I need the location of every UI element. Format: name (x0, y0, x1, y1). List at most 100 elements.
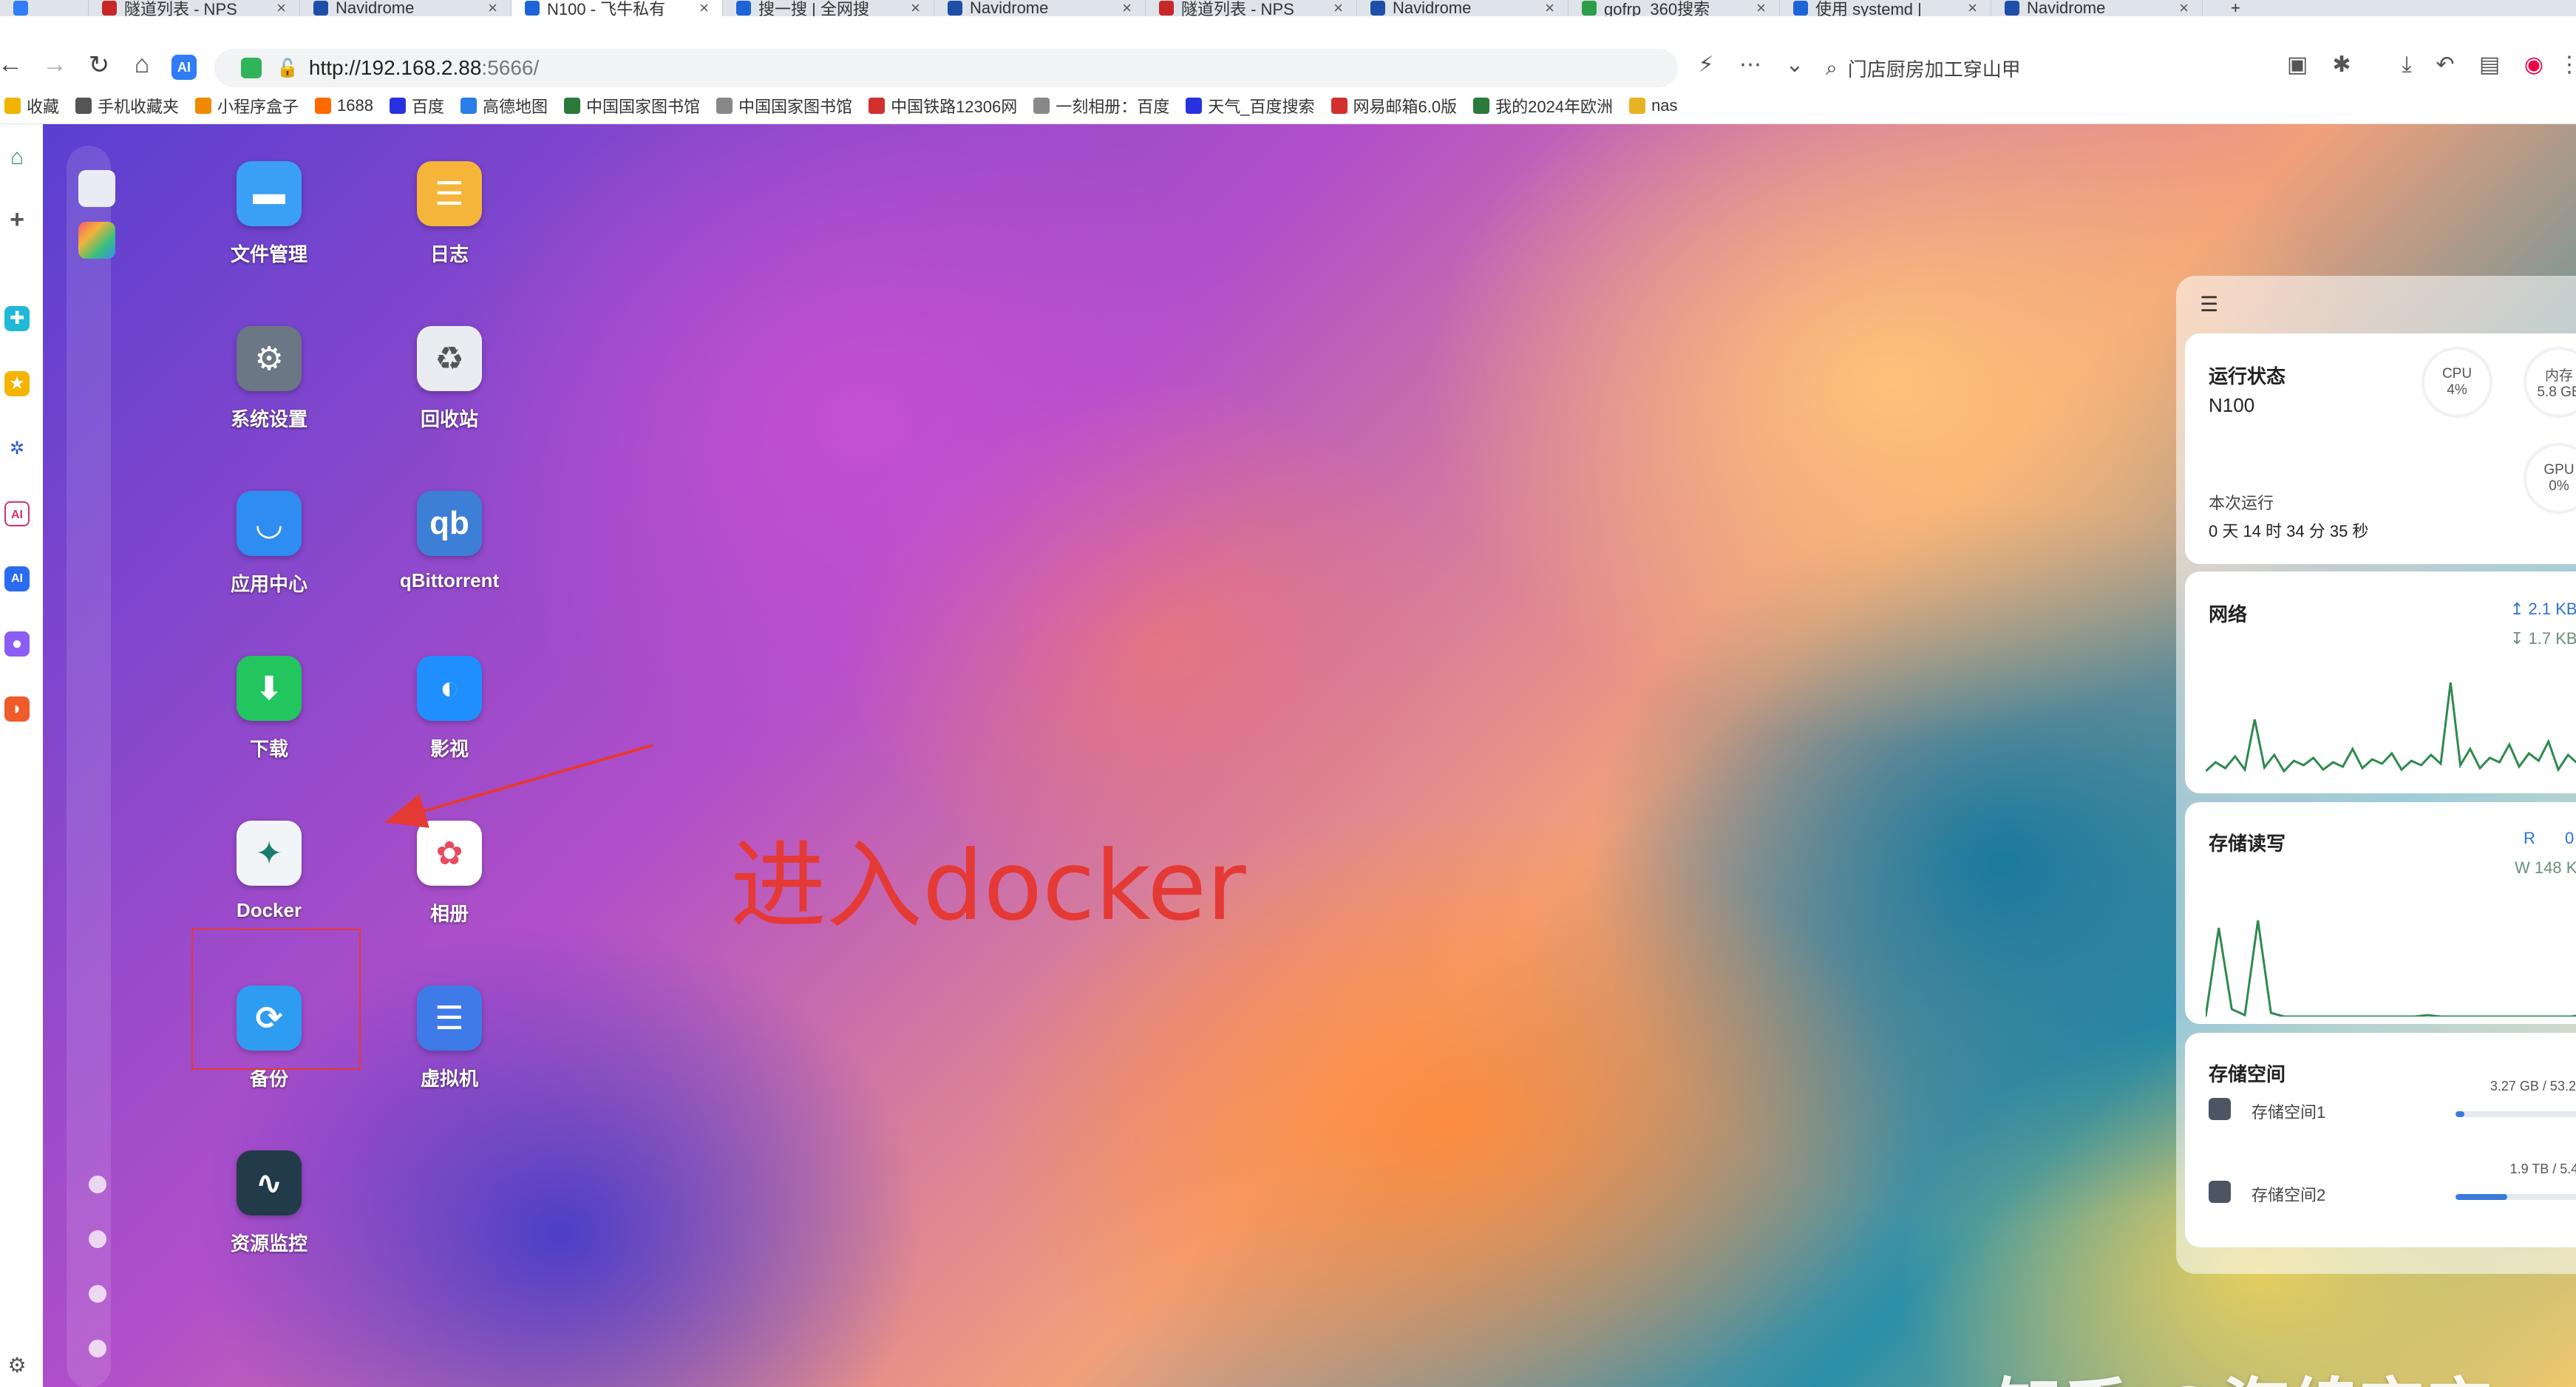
shield-icon (241, 58, 262, 78)
back-button[interactable]: ← (0, 50, 27, 79)
widget-settings-icon[interactable]: ☰ (2200, 292, 2218, 316)
close-tab-icon[interactable]: × (699, 0, 709, 16)
bookmark-item[interactable]: 一刻相册：百度 (1033, 94, 1169, 118)
bookmark-label: 我的2024年欧洲 (1495, 97, 1614, 116)
browser-tab[interactable]: 隧道列表 - NPS × (1146, 0, 1357, 16)
network-app-icon[interactable]: ✲ (4, 436, 30, 461)
downloads-icon[interactable]: ⤓ (2393, 52, 2420, 78)
write-value: 148 KB/s (2534, 858, 2576, 877)
reload-button[interactable]: ↻ (83, 50, 115, 80)
close-tab-icon[interactable]: × (276, 0, 286, 16)
settings-gear-icon[interactable]: ⚙ (4, 1353, 30, 1378)
chat-icon[interactable]: ● (4, 631, 30, 657)
new-tab-button[interactable]: + (2218, 0, 2254, 16)
annotation-text: 进入docker (730, 830, 1246, 942)
bookmark-icon (1033, 97, 1050, 114)
bookmark-label: nas (1651, 95, 1678, 115)
bookmark-icon (1629, 97, 1646, 114)
chevron-down-icon[interactable]: ⌄ (1781, 52, 1808, 78)
memory-gauge: 内存 5.8 GB (2524, 347, 2576, 418)
forward-button[interactable]: → (38, 50, 71, 79)
tab-favicon-icon (313, 1, 328, 16)
bookmark-item[interactable]: 小程序盒子 (195, 94, 299, 118)
storage-io-title: 存储读写 (2209, 832, 2286, 855)
home-icon[interactable]: ⌂ (4, 145, 30, 170)
network-card: 网络 ↥ 2.1 KB/s ↧ 1.7 KB/s (2185, 572, 2576, 793)
tab-title: Navidrome (2027, 0, 2106, 16)
browser-logo-icon[interactable]: ◉ (2521, 52, 2547, 78)
browser-sidebar: ⌂ + ✚ ★ ✲ AI AI ● ◗ ⚙ (0, 124, 44, 1387)
close-tab-icon[interactable]: × (1122, 0, 1132, 16)
bookmark-item[interactable]: nas (1629, 95, 1678, 115)
tab-favicon-icon (1582, 1, 1597, 16)
bookmark-item[interactable]: 中国国家图书馆 (716, 94, 852, 118)
browser-tab[interactable]: Navidrome × (1991, 0, 2203, 16)
extensions-icon[interactable]: ✱ (2328, 52, 2355, 78)
bookmark-item[interactable]: 手机收藏夹 (75, 94, 179, 118)
star-icon[interactable]: ★ (4, 371, 30, 396)
write-label: W (2515, 858, 2530, 877)
add-icon[interactable]: + (4, 207, 30, 232)
home-button[interactable]: ⌂ (126, 50, 158, 79)
search-box[interactable]: ⌕ 门店厨房加工穿山甲 (1826, 49, 2240, 87)
gpu-value: 0% (2549, 478, 2569, 494)
bookmark-item[interactable]: 网易邮箱6.0版 (1331, 94, 1457, 118)
bookmark-item[interactable]: 高德地图 (461, 94, 548, 118)
memory-label: 内存 (2544, 367, 2573, 384)
bookmark-item[interactable]: 我的2024年欧洲 (1473, 94, 1613, 118)
ai-assistant-icon[interactable]: AI (171, 55, 197, 80)
bookmark-item[interactable]: 中国铁路12306网 (869, 94, 1017, 118)
ai-app-icon[interactable]: AI (4, 501, 30, 526)
bookmark-item[interactable]: 中国国家图书馆 (564, 94, 700, 118)
wallet-icon[interactable]: ▤ (2476, 52, 2503, 78)
volume-name: 存储空间2 (2252, 1186, 2326, 1204)
bookmarks-bar: 收藏 手机收藏夹 小程序盒子 1688 百度 高德地图 中国国家图书馆 中国国家图书馆 中国铁路… (0, 87, 2576, 124)
tab-title: 搜一搜 | 全网搜 (758, 0, 869, 16)
storage-io-sparkline (2206, 920, 2576, 1017)
address-bar[interactable]: 🔓 http://192.168.2.88:5666/ (214, 49, 1678, 87)
game-icon[interactable]: ◗ (4, 696, 30, 722)
network-sparkline (2206, 682, 2576, 773)
browser-tab[interactable]: 使用 systemd | × (1780, 0, 1991, 16)
tab-title: Navidrome (970, 0, 1049, 16)
close-tab-icon[interactable]: × (911, 0, 920, 16)
close-tab-icon[interactable]: × (2179, 0, 2189, 16)
browser-tab[interactable]: Navidrome × (1357, 0, 1569, 16)
bookmark-label: 中国国家图书馆 (586, 97, 701, 116)
read-rate: R 0 B/s (2524, 829, 2576, 848)
close-tab-icon[interactable]: × (1968, 0, 1977, 16)
network-download: ↧ 1.7 KB/s (2510, 629, 2576, 648)
browser-tab[interactable]: 隧道列表 - NPS × (89, 0, 300, 16)
bookmark-item[interactable]: 收藏 (4, 94, 59, 118)
gpu-gauge: GPU 0% (2524, 443, 2576, 514)
bookmark-label: 天气_百度搜索 (1208, 97, 1315, 116)
browser-tab[interactable]: Navidrome × (934, 0, 1146, 16)
bookmark-icon (75, 97, 92, 114)
browser-tab[interactable]: gofrp_360搜索 × (1569, 0, 1780, 16)
screenshot-icon[interactable]: ▣ (2284, 52, 2311, 78)
browser-tab[interactable]: N100 - 飞牛私有 × (512, 0, 723, 16)
app-icon[interactable]: ✚ (4, 306, 30, 331)
close-tab-icon[interactable]: × (1333, 0, 1343, 16)
tab-title: 使用 systemd | (1815, 0, 1922, 16)
pinned-tab[interactable] (0, 0, 89, 16)
menu-icon[interactable]: ⋮ (2556, 52, 2576, 78)
ai-chat-icon[interactable]: AI (4, 566, 30, 591)
close-tab-icon[interactable]: × (488, 0, 497, 16)
close-tab-icon[interactable]: × (1756, 0, 1766, 16)
storage-space-card: 存储空间 存储空间1 3.27 GB / 53.21 GB 存储空间2 1.9 TB … (2185, 1033, 2576, 1247)
more-icon[interactable]: ⋯ (1737, 52, 1764, 78)
browser-tab[interactable]: Navidrome × (300, 0, 512, 16)
tab-title: N100 - 飞牛私有 (547, 0, 666, 16)
browser-tab[interactable]: 搜一搜 | 全网搜 × (723, 0, 934, 16)
disk-icon (2209, 1181, 2231, 1203)
bookmark-item[interactable]: 天气_百度搜索 (1186, 94, 1315, 118)
lightning-icon[interactable]: ⚡ (1693, 52, 1719, 78)
bookmark-item[interactable]: 百度 (390, 94, 444, 118)
uptime-label: 本次运行 (2209, 494, 2274, 512)
tab-favicon-icon (2005, 1, 2019, 16)
bookmark-item[interactable]: 1688 (315, 96, 373, 115)
close-tab-icon[interactable]: × (1545, 0, 1554, 16)
undo-icon[interactable]: ↶ (2432, 52, 2458, 78)
download-arrow-icon: ↧ (2510, 629, 2529, 648)
